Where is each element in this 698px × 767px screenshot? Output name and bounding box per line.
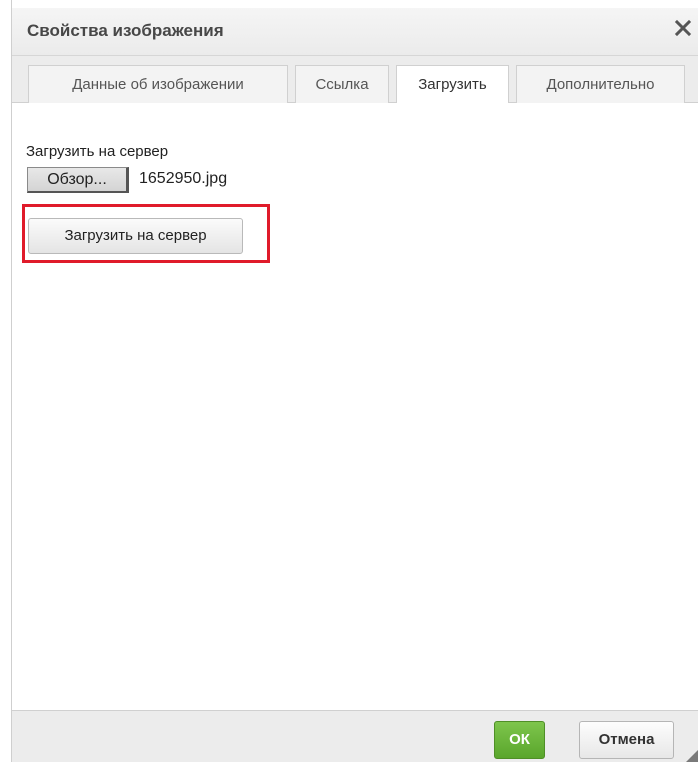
tab-image-info[interactable]: Данные об изображении <box>28 65 288 103</box>
send-to-server-button[interactable]: Загрузить на сервер <box>28 218 243 254</box>
close-icon[interactable] <box>672 18 694 42</box>
dialog-titlebar[interactable]: Свойства изображения <box>12 8 698 56</box>
image-properties-dialog: Свойства изображения Данные об изображен… <box>11 0 698 762</box>
cancel-button[interactable]: Отмена <box>579 721 674 759</box>
browse-button[interactable]: Обзор... <box>27 167 129 193</box>
upload-tab-panel: Загрузить на сервер Обзор... 1652950.jpg… <box>12 103 698 710</box>
tab-link[interactable]: Ссылка <box>295 65 389 103</box>
resize-grip-icon[interactable] <box>684 748 698 762</box>
upload-field-label: Загрузить на сервер <box>26 143 169 160</box>
tab-advanced[interactable]: Дополнительно <box>516 65 685 103</box>
tab-upload[interactable]: Загрузить <box>396 65 509 104</box>
dialog-title: Свойства изображения <box>27 21 224 40</box>
dialog-footer: ОК Отмена <box>12 710 698 762</box>
tab-strip: Данные об изображении Ссылка Загрузить Д… <box>12 56 698 104</box>
resize-grip-graphic <box>686 750 698 762</box>
close-icon-graphic <box>674 19 692 37</box>
selected-file-name: 1652950.jpg <box>139 170 228 187</box>
ok-button[interactable]: ОК <box>494 721 545 759</box>
